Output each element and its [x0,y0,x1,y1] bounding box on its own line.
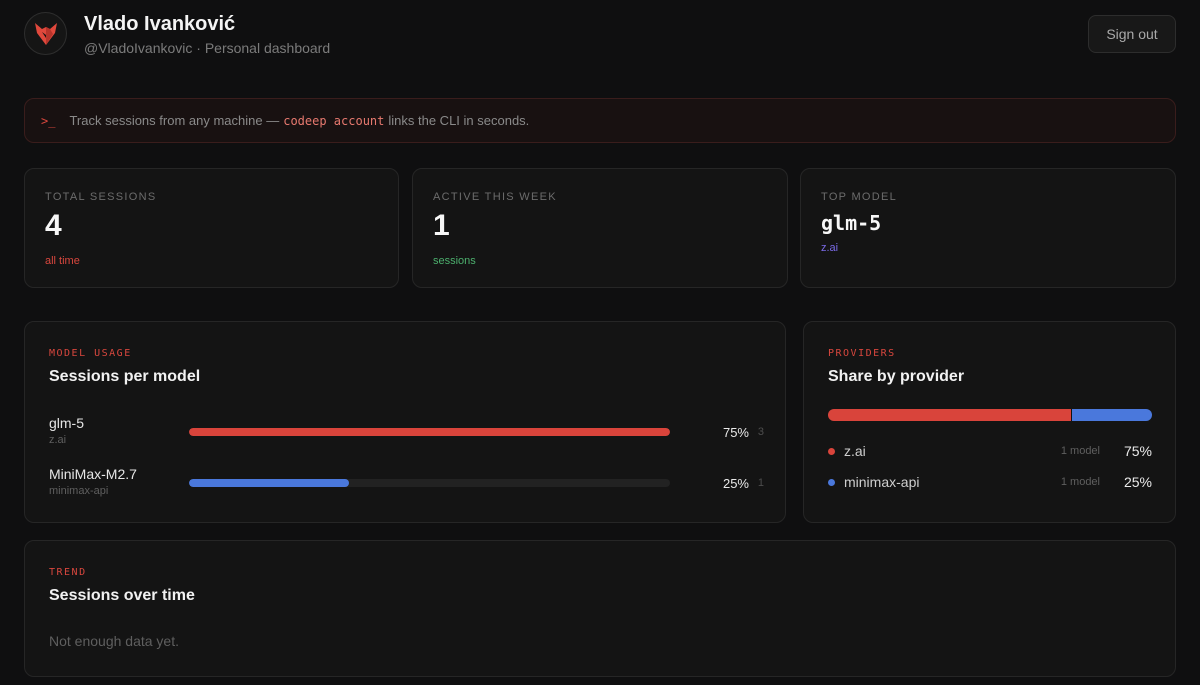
share-segment-minimax [1071,409,1152,421]
sign-out-button[interactable]: Sign out [1088,15,1176,53]
stat-label: TOTAL SESSIONS [45,191,157,203]
section-title: Sessions per model [49,368,201,385]
model-count: 3 [757,426,764,438]
stat-card-top-model: TOP MODEL glm-5 z.ai [800,168,1176,288]
usage-bar-track [189,479,670,487]
banner-command: codeep account [283,113,385,128]
stat-sub: all time [45,255,80,267]
section-title: Sessions over time [49,587,195,604]
fox-logo-icon [24,12,67,55]
provider-model-count: 1 model [1060,476,1100,488]
stat-sub: sessions [433,255,476,267]
provider-dot-icon [828,479,835,486]
provider-percent: 75% [1123,443,1152,459]
model-name: glm-5 [49,415,85,431]
model-count: 1 [757,477,764,489]
section-title: Share by provider [828,368,965,385]
model-percent: 75% [722,425,749,440]
banner-text-before: Track sessions from any machine — [69,113,280,128]
share-segment-zai [828,409,1071,421]
provider-percent: 25% [1123,474,1152,490]
provider-share-bar [828,409,1152,421]
section-label: TREND [49,567,87,578]
user-handle: @VladoIvankovic · Personal dashboard [84,40,331,56]
model-provider: z.ai [49,434,67,446]
usage-bar-track [189,428,670,436]
provider-dot-icon [828,448,835,455]
stat-sub: z.ai [821,242,839,254]
banner-text-after: links the CLI in seconds. [388,113,530,128]
cli-banner: >_ Track sessions from any machine — cod… [24,98,1176,143]
provider-name: minimax-api [844,474,920,490]
user-name: Vlado Ivanković [84,13,236,35]
stat-value: 4 [45,209,62,242]
trend-empty-message: Not enough data yet. [49,633,179,649]
stat-value: glm-5 [821,211,882,235]
stat-label: ACTIVE THIS WEEK [433,191,557,203]
model-percent: 25% [722,476,749,491]
section-label: MODEL USAGE [49,348,132,359]
model-provider: minimax-api [49,485,109,497]
usage-bar-fill [189,479,350,487]
stat-value: 1 [433,209,450,242]
provider-row: minimax-api 1 model 25% [828,474,1152,494]
stat-card-active-week: ACTIVE THIS WEEK 1 sessions [412,168,788,288]
stat-card-total-sessions: TOTAL SESSIONS 4 all time [24,168,399,288]
provider-name: z.ai [844,443,866,459]
provider-model-count: 1 model [1060,445,1100,457]
providers-card: PROVIDERS Share by provider z.ai 1 model… [803,321,1176,523]
trend-card: TREND Sessions over time Not enough data… [24,540,1176,677]
section-label: PROVIDERS [828,348,896,359]
model-usage-card: MODEL USAGE Sessions per model glm-5 z.a… [24,321,786,523]
usage-bar-fill [189,428,670,436]
header: Vlado Ivanković @VladoIvankovic · Person… [24,12,1176,56]
model-name: MiniMax-M2.7 [49,466,137,482]
terminal-prompt-icon: >_ [41,113,56,128]
model-row: MiniMax-M2.7 minimax-api 25% 1 [49,466,764,500]
stat-label: TOP MODEL [821,191,898,203]
model-row: glm-5 z.ai 75% 3 [49,415,764,449]
provider-row: z.ai 1 model 75% [828,443,1152,463]
